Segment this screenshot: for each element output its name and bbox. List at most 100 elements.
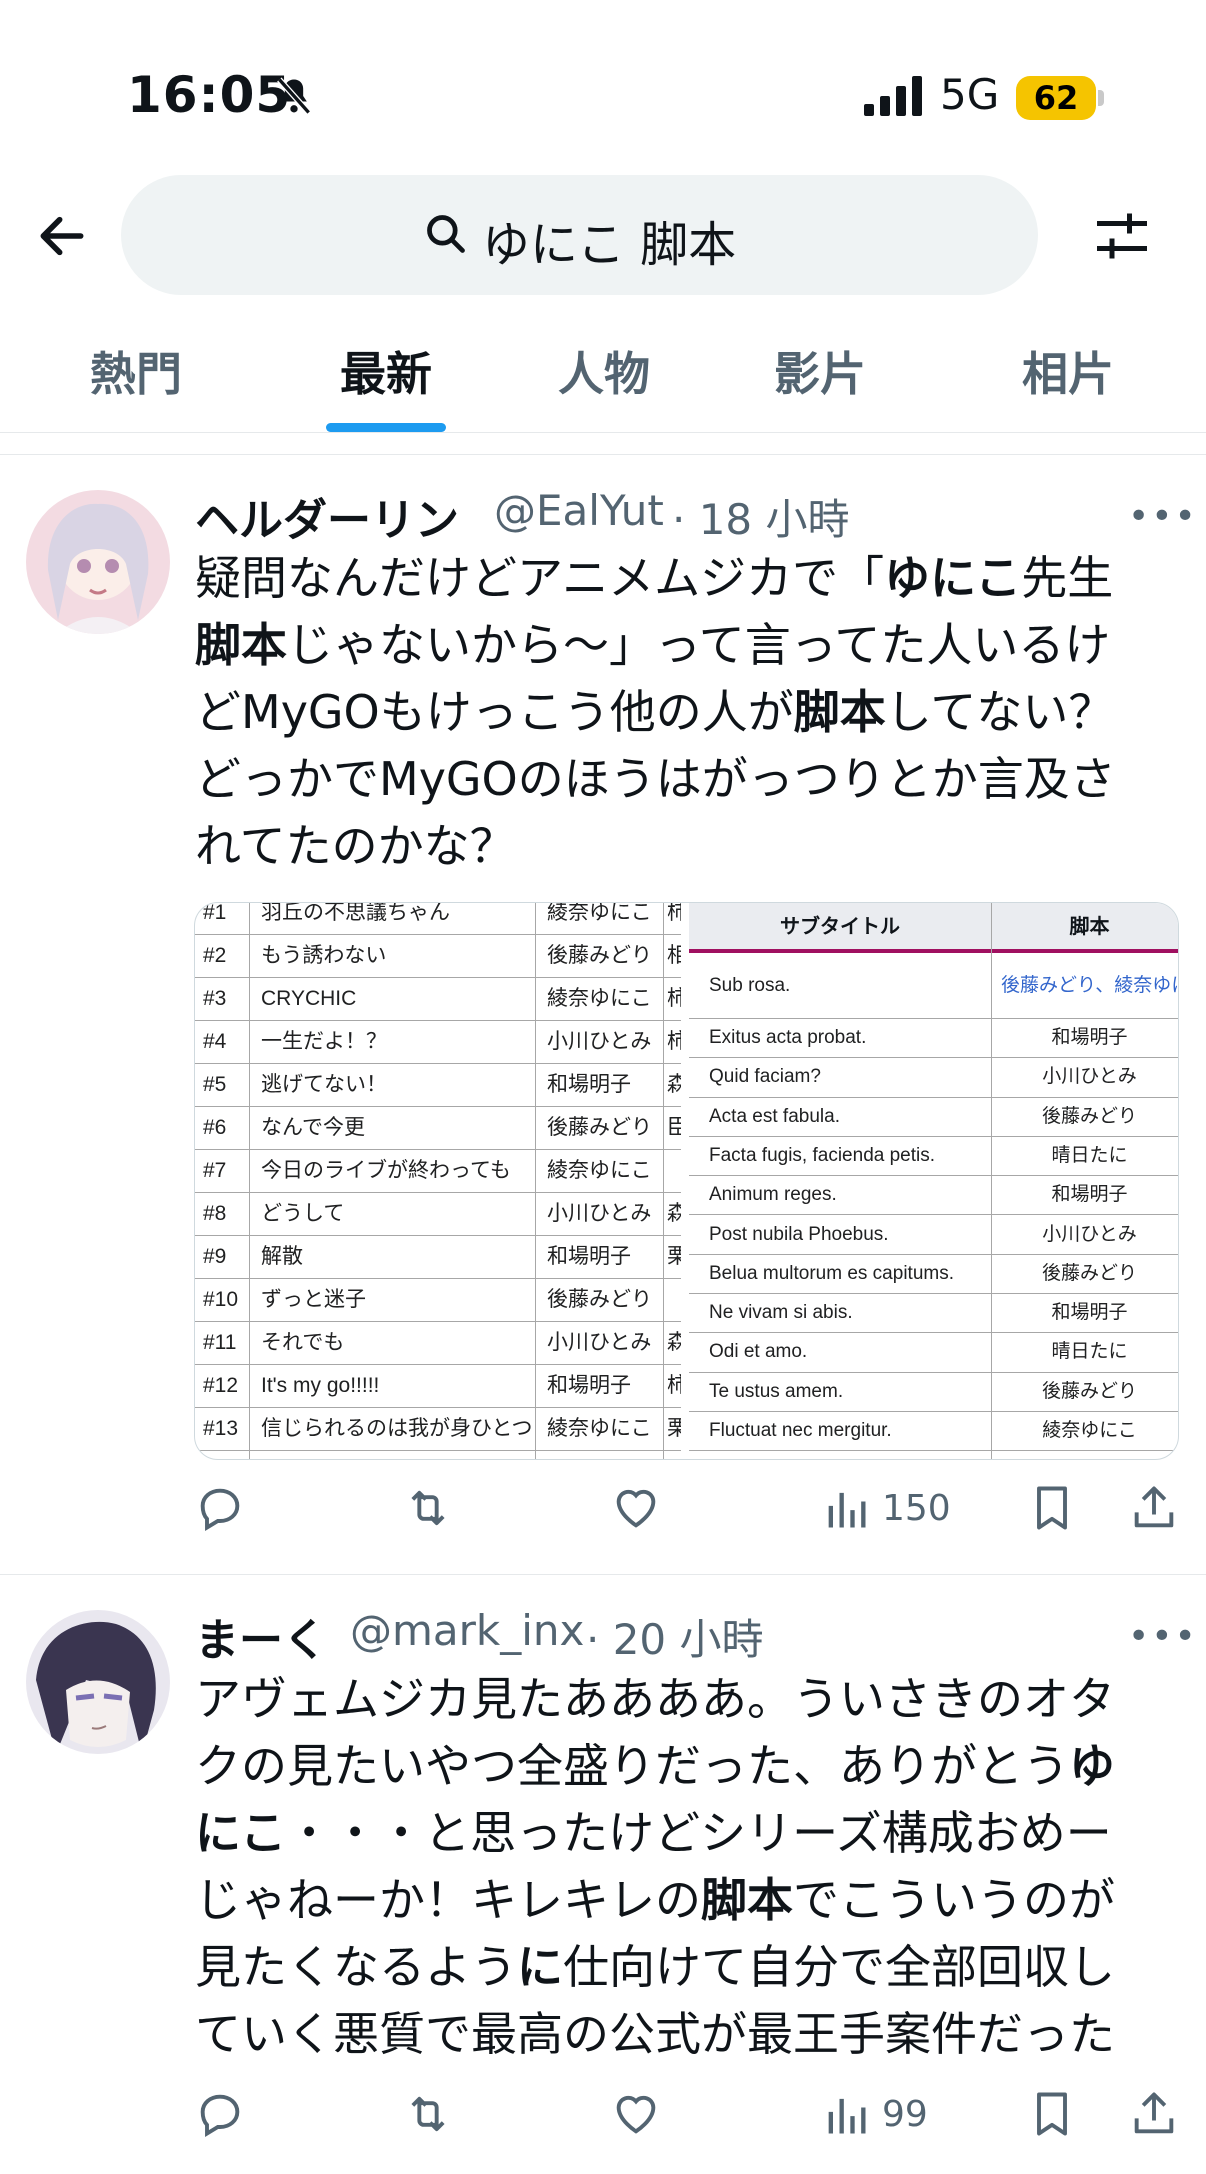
tab-trending[interactable]: 熱門 bbox=[46, 338, 226, 404]
table-cell: 柿 bbox=[667, 903, 681, 934]
table-cell-script: 後藤みどり bbox=[1041, 1262, 1137, 1284]
author-name[interactable]: まーく bbox=[195, 1604, 327, 1668]
views-icon[interactable] bbox=[820, 1482, 872, 1534]
highlighted-keyword: ゆにこ bbox=[884, 551, 1022, 605]
table-row: #9 解散 和場明子 栗 bbox=[195, 1235, 681, 1279]
search-icon bbox=[427, 215, 465, 253]
table-cell: 逃げてない！ bbox=[261, 1073, 387, 1096]
text-segment: クの見たいやつ全盛りだった、ありがとう bbox=[195, 1739, 1069, 1793]
text-segment: じゃないから～」って言ってた人いるけ bbox=[287, 618, 1111, 672]
tab-photos[interactable]: 相片 bbox=[978, 338, 1158, 404]
filter-settings-icon[interactable] bbox=[1092, 206, 1152, 266]
like-icon[interactable] bbox=[610, 2088, 662, 2140]
table-cell: #6 bbox=[203, 1116, 227, 1139]
table-cell: 臣 bbox=[667, 1106, 681, 1149]
author-handle[interactable]: @mark_inx bbox=[350, 1606, 584, 1655]
table-cell: どうして bbox=[261, 1202, 345, 1225]
table-cell-subtitle: Facta fugis, facienda petis. bbox=[709, 1144, 936, 1166]
table-cell-script: 後藤みどり、綾奈ゆに bbox=[1001, 975, 1178, 996]
table-row: #2 もう誘わない 後藤みどり相 bbox=[195, 934, 681, 978]
episode-table-right: サブタイトル 脚本 Sub rosa. 後藤みどり、綾奈ゆに Exitus acta… bbox=[689, 903, 1178, 1459]
text-segment: れてたのかな？ bbox=[195, 819, 516, 873]
table-row: #13 信じられるのは我が身ひとつ綾奈ゆにこ栗 bbox=[195, 1407, 681, 1451]
search-query[interactable]: ゆにこ 脚本 bbox=[482, 205, 736, 275]
share-icon[interactable] bbox=[1128, 1482, 1180, 1534]
table-header-subtitle: サブタイトル bbox=[780, 914, 900, 938]
table-cell-subtitle: Quid faciam? bbox=[709, 1066, 821, 1088]
more-options-icon[interactable]: ••• bbox=[1128, 496, 1198, 537]
table-cell-script: 小川ひとみ bbox=[1042, 1066, 1137, 1088]
table-row: #7 今日のライブが終わっても 綾奈ゆにこ bbox=[195, 1149, 681, 1193]
table-cell: #11 bbox=[203, 1331, 237, 1354]
table-row: Sub rosa. 後藤みどり、綾奈ゆに bbox=[689, 953, 1178, 1019]
tab-videos[interactable]: 影片 bbox=[730, 338, 910, 404]
table-cell: 栗 bbox=[667, 1235, 681, 1278]
table-cell: #3 bbox=[203, 987, 227, 1010]
highlighted-keyword: 脚本 bbox=[195, 618, 287, 672]
status-time: 16:05 bbox=[127, 66, 292, 124]
tweet-body-line: れてたのかな？ bbox=[195, 813, 1165, 880]
table-cell: なんで今更 bbox=[261, 1116, 365, 1139]
table-cell-script: 和場明子 bbox=[1051, 1302, 1128, 1324]
more-options-icon[interactable]: ••• bbox=[1128, 1616, 1198, 1657]
tab-latest[interactable]: 最新 bbox=[296, 338, 476, 404]
table-cell: それでも bbox=[261, 1331, 345, 1354]
table-row: #6 なんで今更 後藤みどり臣 bbox=[195, 1106, 681, 1150]
highlighted-keyword: ゆ bbox=[1069, 1739, 1115, 1793]
tweet-body-line: じゃねーか！キレキレの脚本でこういうのが bbox=[195, 1867, 1165, 1934]
table-cell: 今日のライブが終わっても bbox=[261, 1159, 511, 1182]
like-icon[interactable] bbox=[610, 1482, 662, 1534]
table-row: Fluctuat nec mergitur. 綾奈ゆにこ bbox=[689, 1411, 1178, 1452]
table-cell: #10 bbox=[203, 1288, 239, 1311]
author-name[interactable]: ヘルダーリン bbox=[195, 484, 459, 548]
views-icon[interactable] bbox=[820, 2088, 872, 2140]
table-row: #5 逃げてない！ 和場明子 森 bbox=[195, 1063, 681, 1107]
table-cell-subtitle: Sub rosa. bbox=[709, 975, 791, 996]
table-cell-script: 和場明子 bbox=[1051, 1184, 1128, 1206]
post-time: · 18 小時 bbox=[672, 495, 850, 544]
tweet-body-line: 脚本じゃないから～」って言ってた人いるけ bbox=[195, 612, 1165, 679]
text-segment: でこういうのが bbox=[793, 1873, 1115, 1927]
table-cell-script: 和場明子 bbox=[1051, 1027, 1128, 1048]
table-cell: 森 bbox=[667, 1192, 681, 1235]
table-row: #10 ずっと迷子 後藤みどり bbox=[195, 1278, 681, 1322]
table-cell: #7 bbox=[203, 1159, 227, 1182]
highlighted-keyword: 脚本 bbox=[793, 685, 886, 739]
table-row: #11 それでも 小川ひとみ森 bbox=[195, 1321, 681, 1365]
back-arrow-icon[interactable] bbox=[34, 208, 90, 264]
tab-people[interactable]: 人物 bbox=[514, 338, 694, 404]
table-cell: 森 bbox=[667, 1321, 681, 1364]
table-row: #12 It's my go!!!!! 和場明子 柿 bbox=[195, 1364, 681, 1408]
retweet-icon[interactable] bbox=[402, 1482, 454, 1534]
highlighted-keyword: 脚本 bbox=[701, 1873, 793, 1927]
table-cell-script: 後藤みどり bbox=[1041, 1380, 1137, 1402]
bookmark-icon[interactable] bbox=[1026, 2088, 1078, 2140]
avatar[interactable] bbox=[26, 490, 170, 634]
table-cell: #13 bbox=[203, 1417, 239, 1440]
tweet-body-line: 見たくなるように仕向けて自分で全部回収し bbox=[195, 1934, 1165, 2001]
table-cell: 森 bbox=[667, 1063, 681, 1106]
bookmark-icon[interactable] bbox=[1026, 1482, 1078, 1534]
table-cell-script: 後藤みどり bbox=[1041, 1105, 1137, 1127]
table-cell: 綾奈ゆにこ bbox=[547, 1417, 652, 1440]
table-cell: 綾奈ゆにこ bbox=[547, 902, 652, 924]
table-cell: 小川ひとみ bbox=[547, 1030, 652, 1053]
retweet-icon[interactable] bbox=[402, 2088, 454, 2140]
table-cell: 柿 bbox=[667, 977, 681, 1020]
table-cell: #8 bbox=[203, 1202, 227, 1225]
table-row: Ne vivam si abis. 和場明子 bbox=[689, 1293, 1178, 1334]
author-handle[interactable]: @EalYut bbox=[494, 486, 664, 535]
share-icon[interactable] bbox=[1128, 2088, 1180, 2140]
tweet-body-line: どっかでMyGOのほうはがっつりとか言及さ bbox=[195, 746, 1165, 813]
table-row: Exitus acta probat. 和場明子 bbox=[689, 1018, 1178, 1059]
reply-icon[interactable] bbox=[194, 2088, 246, 2140]
avatar[interactable] bbox=[26, 1610, 170, 1754]
table-cell: 後藤みどり bbox=[547, 944, 652, 967]
table-row: #4 一生だよ！？ 小川ひとみ柿 bbox=[195, 1020, 681, 1064]
table-row: Animum reges. 和場明子 bbox=[689, 1175, 1178, 1216]
table-cell: 綾奈ゆにこ bbox=[547, 987, 652, 1010]
table-cell bbox=[667, 1149, 681, 1192]
reply-icon[interactable] bbox=[194, 1482, 246, 1534]
table-cell-subtitle: Exitus acta probat. bbox=[709, 1027, 867, 1048]
tweet-image[interactable]: #1羽丘の不思議ちゃん綾奈ゆにこ柿#2もう誘わない後藤みどり相#3CRYCHIC… bbox=[194, 902, 1179, 1460]
